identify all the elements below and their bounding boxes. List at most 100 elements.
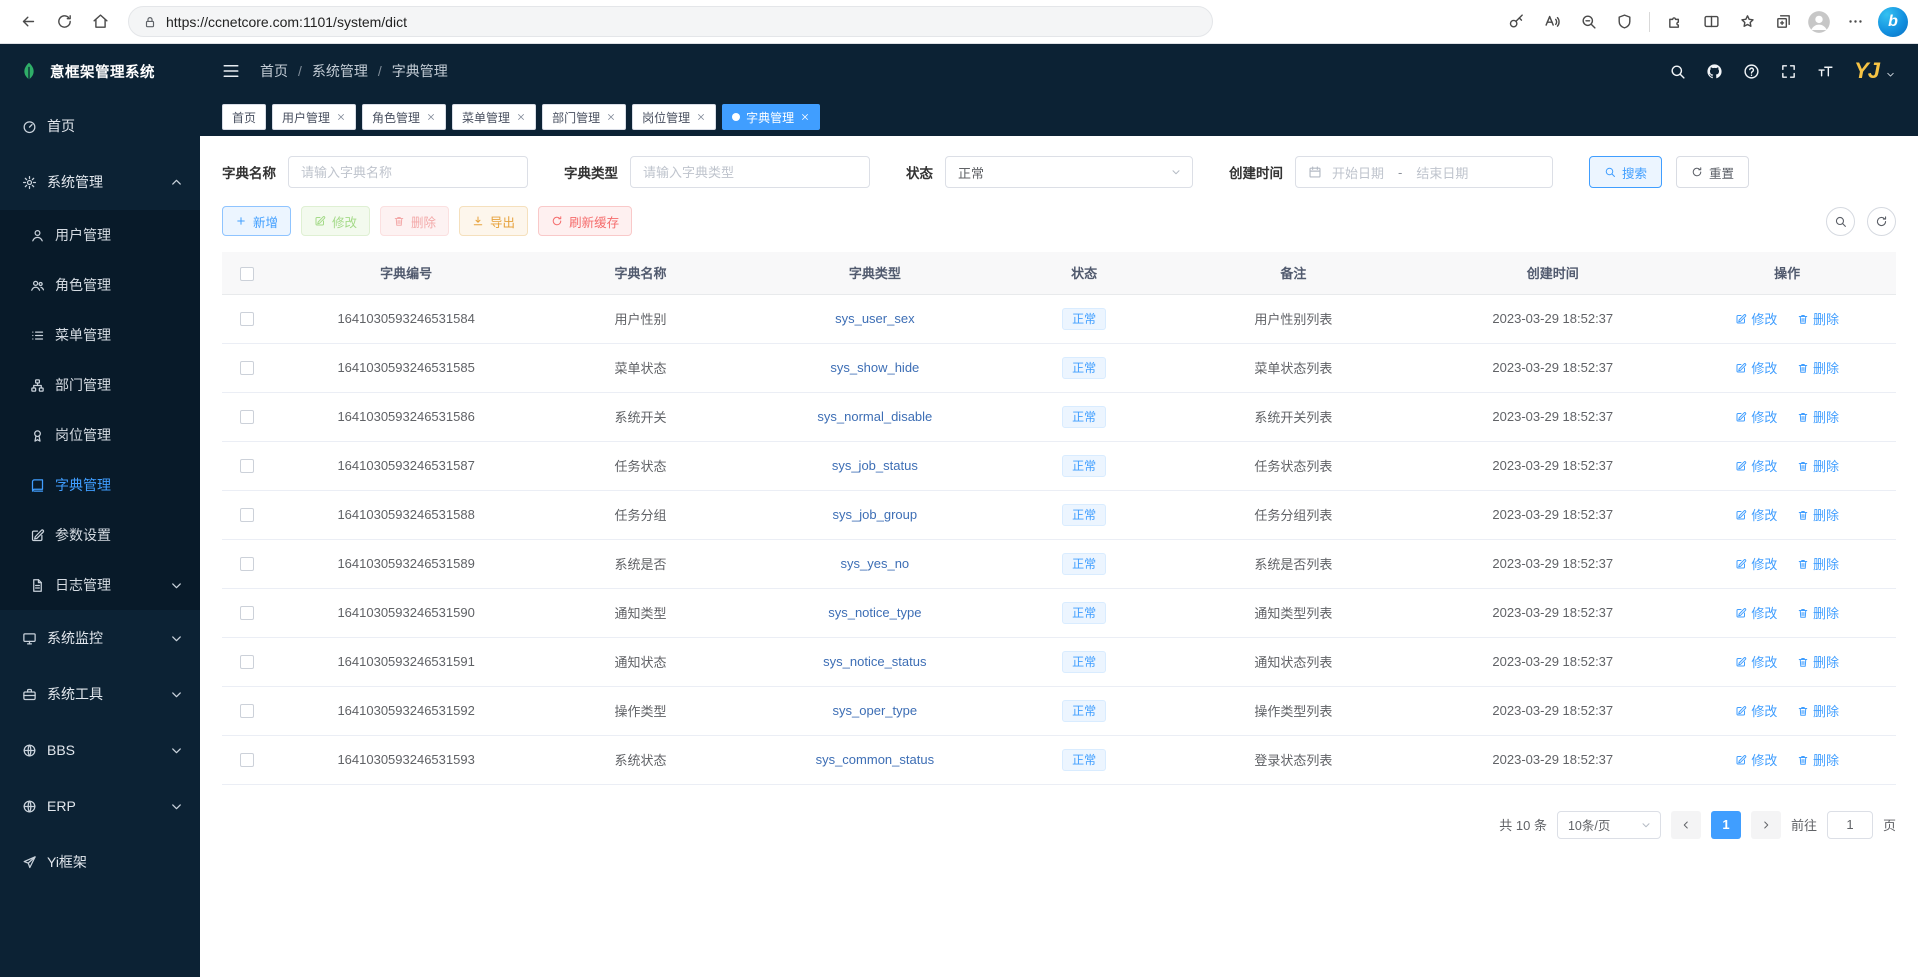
dict-type-link[interactable]: sys_job_group [833, 507, 918, 522]
row-delete-button[interactable]: 删除 [1797, 750, 1839, 769]
sidebar-item-yi-framework[interactable]: Yi框架 [0, 834, 200, 890]
tracking-shield-button[interactable] [1607, 4, 1641, 40]
favorites-button[interactable] [1730, 4, 1764, 40]
header-search-button[interactable] [1669, 63, 1686, 80]
font-size-button[interactable] [1817, 63, 1834, 80]
tab-dict-mgmt[interactable]: 字典管理 [722, 104, 820, 130]
dict-type-link[interactable]: sys_oper_type [833, 703, 918, 718]
dict-type-link[interactable]: sys_notice_type [828, 605, 921, 620]
row-checkbox[interactable] [240, 753, 254, 767]
brand-chevron-icon[interactable] [1885, 69, 1896, 80]
collections-button[interactable] [1766, 4, 1800, 40]
row-checkbox[interactable] [240, 508, 254, 522]
back-button[interactable] [10, 4, 46, 40]
row-edit-button[interactable]: 修改 [1735, 505, 1777, 524]
reset-button[interactable]: 重置 [1676, 156, 1749, 188]
page-1-button[interactable]: 1 [1711, 811, 1741, 839]
dict-type-link[interactable]: sys_notice_status [823, 654, 926, 669]
dict-type-link[interactable]: sys_common_status [816, 752, 935, 767]
tab-post-mgmt[interactable]: 岗位管理 [632, 104, 716, 130]
tab-role-mgmt[interactable]: 角色管理 [362, 104, 446, 130]
github-button[interactable] [1706, 63, 1723, 80]
sidebar-item-user-mgmt[interactable]: 用户管理 [0, 210, 200, 260]
dict-type-link[interactable]: sys_user_sex [835, 311, 914, 326]
sidebar-item-bbs[interactable]: BBS [0, 722, 200, 778]
row-edit-button[interactable]: 修改 [1735, 652, 1777, 671]
row-checkbox[interactable] [240, 606, 254, 620]
dict-type-link[interactable]: sys_show_hide [830, 360, 919, 375]
refresh-cache-button[interactable]: 刷新缓存 [538, 206, 632, 236]
close-icon[interactable] [800, 112, 810, 122]
tab-user-mgmt[interactable]: 用户管理 [272, 104, 356, 130]
more-menu-button[interactable] [1838, 4, 1872, 40]
breadcrumb-home[interactable]: 首页 [260, 61, 288, 81]
prev-page-button[interactable] [1671, 811, 1701, 839]
add-button[interactable]: 新增 [222, 206, 291, 236]
address-bar[interactable]: https://ccnetcore.com:1101/system/dict [128, 6, 1213, 37]
row-delete-button[interactable]: 删除 [1797, 456, 1839, 475]
sidebar-item-system-mgmt[interactable]: 系统管理 [0, 154, 200, 210]
read-aloud-button[interactable] [1535, 4, 1569, 40]
delete-button[interactable]: 删除 [380, 206, 449, 236]
dict-name-input[interactable] [288, 156, 528, 188]
sidebar-item-post-mgmt[interactable]: 岗位管理 [0, 410, 200, 460]
export-button[interactable]: 导出 [459, 206, 528, 236]
sidebar-item-role-mgmt[interactable]: 角色管理 [0, 260, 200, 310]
bing-copilot-button[interactable]: b [1878, 7, 1908, 37]
split-screen-button[interactable] [1694, 4, 1728, 40]
row-edit-button[interactable]: 修改 [1735, 456, 1777, 475]
row-checkbox[interactable] [240, 655, 254, 669]
dict-type-link[interactable]: sys_job_status [832, 458, 918, 473]
dict-type-link[interactable]: sys_normal_disable [817, 409, 932, 424]
date-range-picker[interactable]: 开始日期 - 结束日期 [1295, 156, 1553, 188]
row-checkbox[interactable] [240, 312, 254, 326]
row-delete-button[interactable]: 删除 [1797, 554, 1839, 573]
row-delete-button[interactable]: 删除 [1797, 652, 1839, 671]
refresh-page-button[interactable] [46, 4, 82, 40]
dict-type-input[interactable] [630, 156, 870, 188]
close-icon[interactable] [606, 112, 616, 122]
row-delete-button[interactable]: 删除 [1797, 505, 1839, 524]
fullscreen-button[interactable] [1780, 63, 1797, 80]
breadcrumb-system-mgmt[interactable]: 系统管理 [312, 61, 368, 81]
tab-home[interactable]: 首页 [222, 104, 266, 130]
help-button[interactable] [1743, 63, 1760, 80]
row-edit-button[interactable]: 修改 [1735, 603, 1777, 622]
sidebar-item-dict-mgmt[interactable]: 字典管理 [0, 460, 200, 510]
toggle-search-button[interactable] [1826, 207, 1855, 236]
row-checkbox[interactable] [240, 704, 254, 718]
app-logo[interactable]: 意框架管理系统 [0, 44, 200, 98]
row-checkbox[interactable] [240, 459, 254, 473]
header-brand-logo[interactable]: YJ [1854, 58, 1879, 84]
zoom-out-button[interactable] [1571, 4, 1605, 40]
sidebar-item-dept-mgmt[interactable]: 部门管理 [0, 360, 200, 410]
row-edit-button[interactable]: 修改 [1735, 407, 1777, 426]
close-icon[interactable] [426, 112, 436, 122]
sidebar-item-param-settings[interactable]: 参数设置 [0, 510, 200, 560]
sidebar-item-home[interactable]: 首页 [0, 98, 200, 154]
row-delete-button[interactable]: 删除 [1797, 358, 1839, 377]
close-icon[interactable] [696, 112, 706, 122]
close-icon[interactable] [516, 112, 526, 122]
row-checkbox[interactable] [240, 557, 254, 571]
edit-button[interactable]: 修改 [301, 206, 370, 236]
page-size-select[interactable]: 10条/页 [1557, 811, 1661, 839]
row-edit-button[interactable]: 修改 [1735, 358, 1777, 377]
select-all-checkbox[interactable] [240, 267, 254, 281]
sidebar-item-log-mgmt[interactable]: 日志管理 [0, 560, 200, 610]
row-edit-button[interactable]: 修改 [1735, 554, 1777, 573]
tab-menu-mgmt[interactable]: 菜单管理 [452, 104, 536, 130]
search-button[interactable]: 搜索 [1589, 156, 1662, 188]
sidebar-item-system-monitor[interactable]: 系统监控 [0, 610, 200, 666]
refresh-table-button[interactable] [1867, 207, 1896, 236]
goto-page-input[interactable] [1827, 811, 1873, 839]
row-delete-button[interactable]: 删除 [1797, 603, 1839, 622]
passwords-key-button[interactable] [1499, 4, 1533, 40]
extensions-button[interactable] [1658, 4, 1692, 40]
row-edit-button[interactable]: 修改 [1735, 701, 1777, 720]
dict-type-link[interactable]: sys_yes_no [841, 556, 910, 571]
tab-dept-mgmt[interactable]: 部门管理 [542, 104, 626, 130]
row-delete-button[interactable]: 删除 [1797, 701, 1839, 720]
sidebar-item-erp[interactable]: ERP [0, 778, 200, 834]
sidebar-fold-button[interactable] [222, 62, 240, 80]
